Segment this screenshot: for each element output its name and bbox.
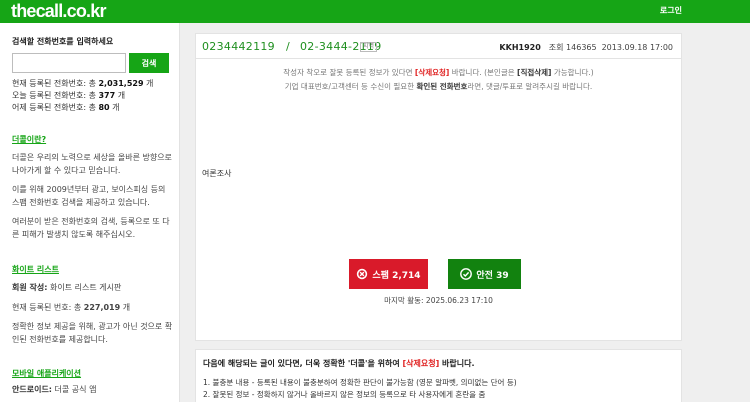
- report-delete-request-link[interactable]: [삭제요청]: [403, 359, 440, 368]
- about-paragraph-1: 더콜은 우리의 노력으로 세상을 올바른 방향으로 나아가게 할 수 있다고 믿…: [12, 153, 172, 175]
- search-button[interactable]: 검색: [129, 53, 169, 73]
- report-list: 1. 불충분 내용 - 등록된 내용이 불충분하여 정확한 판단이 불가능함 (…: [203, 377, 681, 401]
- whitelist-author: 회원 작성: 화이트 리스트 게시판: [12, 283, 122, 292]
- stat-today: 오늘 등록된 전화번호: 총 377 개: [12, 91, 126, 100]
- report-item-2: 2. 잘못된 정보 - 정확하지 않거나 올바르지 않은 정보의 등록으로 타 …: [203, 390, 486, 399]
- whitelist-description: 정확한 정보 제공을 위해, 광고가 아닌 것으로 확인된 전화번호를 제공합니…: [12, 322, 173, 344]
- stat-yesterday: 어제 등록된 전화번호: 총 80 개: [12, 103, 120, 112]
- site-logo[interactable]: thecall.co.kr: [11, 1, 106, 22]
- top-header: thecall.co.kr 로그인: [0, 0, 750, 23]
- search-title: 검색할 전화번호를 입력하세요: [12, 37, 114, 46]
- about-paragraph-3: 여러분이 받은 전화번호의 검색, 등록으로 또 다른 피해가 발생치 않도록 …: [12, 217, 170, 239]
- mobile-heading[interactable]: 모바일 애플리케이션: [12, 368, 179, 379]
- whitelist-heading[interactable]: 화이트 리스트: [12, 264, 179, 275]
- notice-line-1: 작성자 착오로 잘못 등록된 정보가 있다면 [삭제요청] 바랍니다. (본인글…: [283, 68, 594, 77]
- self-delete-link[interactable]: [직접삭제]: [517, 68, 551, 77]
- report-title: 다음에 해당되는 글이 있다면, 더욱 정확한 '더콜'을 위하여 [삭제요청]…: [203, 359, 475, 368]
- spam-vote-label: 스팸 2,714: [372, 270, 421, 281]
- post-date: 2013.09.18 17:00: [601, 43, 673, 52]
- about-heading[interactable]: 더콜이란?: [12, 134, 179, 145]
- search-form: 검색: [12, 53, 179, 73]
- last-activity: 마지막 활동: 2025.06.23 17:10: [384, 296, 493, 305]
- sidebar: 검색할 전화번호를 입력하세요 검색 현재 등록된 전화번호: 총 2,031,…: [0, 23, 180, 402]
- about-section: 더콜이란? 더콜은 우리의 노력으로 세상을 올바른 방향으로 나아가게 할 수…: [12, 134, 179, 241]
- search-input[interactable]: [12, 53, 126, 73]
- post-content: 여론조사: [202, 169, 232, 178]
- ban-icon: [357, 268, 368, 280]
- post-meta: KKH1920 조회 146365 2013.09.18 17:00: [499, 42, 673, 53]
- safe-vote-label: 안전 39: [476, 270, 509, 281]
- android-link[interactable]: 안드로이드: 더콜 공식 앱: [12, 384, 174, 397]
- notice-line-2: 기업 대표번호/고객센터 등 수신이 필요한 확인된 전화번호라면, 댓글/투표…: [284, 82, 593, 91]
- number-header: 0234442119 / 02-3444-2119 지역 KKH1920 조회 1…: [196, 34, 681, 59]
- mobile-section: 모바일 애플리케이션 안드로이드: 더콜 공식 앱: [12, 368, 179, 397]
- notice-text: 작성자 착오로 잘못 등록된 정보가 있다면 [삭제요청] 바랍니다. (본인글…: [196, 66, 681, 94]
- spam-vote-button[interactable]: 스팸 2,714: [349, 259, 428, 289]
- about-paragraph-2: 이를 위해 2009년부터 광고, 보이스피싱 등의 스팸 전화번호 검색을 제…: [12, 185, 166, 207]
- region-badge: 지역: [360, 42, 378, 52]
- report-guidelines: 다음에 해당되는 글이 있다면, 더욱 정확한 '더콜'을 위하여 [삭제요청]…: [195, 349, 682, 402]
- author-code: KKH1920: [499, 43, 541, 52]
- stats-block: 현재 등록된 전화번호: 총 2,031,529 개 오늘 등록된 전화번호: …: [12, 78, 179, 114]
- delete-request-link[interactable]: [삭제요청]: [415, 68, 449, 77]
- post-panel: 0234442119 / 02-3444-2119 지역 KKH1920 조회 1…: [195, 33, 682, 341]
- safe-vote-button[interactable]: 안전 39: [448, 259, 521, 289]
- login-link[interactable]: 로그인: [660, 5, 682, 16]
- report-item-1: 1. 불충분 내용 - 등록된 내용이 불충분하여 정확한 판단이 불가능함 (…: [203, 378, 517, 387]
- check-circle-icon: [460, 268, 473, 280]
- stat-total: 현재 등록된 전화번호: 총 2,031,529 개: [12, 79, 154, 88]
- view-count: 조회 146365: [548, 43, 597, 52]
- whitelist-count: 현재 등록된 번호: 총 227,019 개: [12, 302, 131, 312]
- whitelist-section: 화이트 리스트 회원 작성: 화이트 리스트 게시판 현재 등록된 번호: 총 …: [12, 264, 179, 346]
- phone-separator: /: [286, 40, 290, 53]
- phone-number-plain: 0234442119: [202, 40, 275, 53]
